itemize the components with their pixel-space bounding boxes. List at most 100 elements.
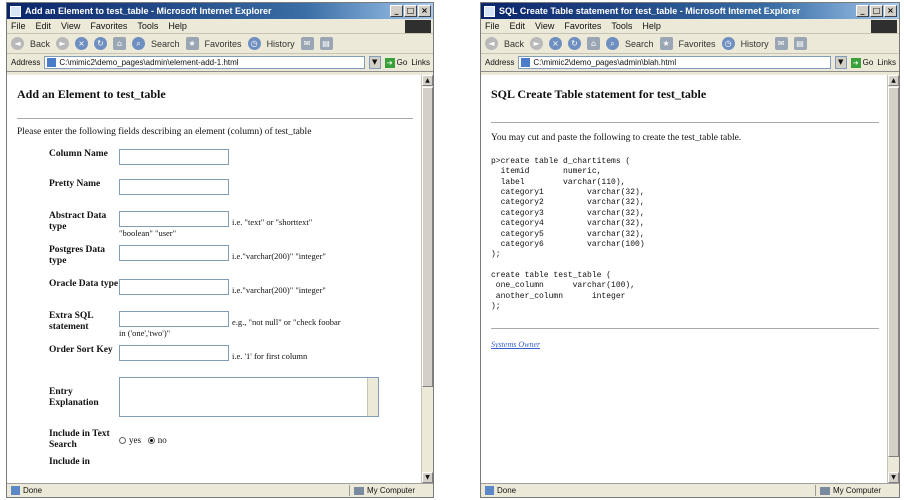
extra-sql-input[interactable] <box>119 310 229 327</box>
address-field[interactable]: C:\mimic2\demo_pages\admin\blah.html <box>518 56 831 69</box>
field-row-abstract-data-type: Abstract Data type i.e. "text" or "short… <box>17 210 413 245</box>
history-icon[interactable]: ◷ <box>721 37 735 50</box>
history-label[interactable]: History <box>267 39 295 49</box>
links-button[interactable]: Links <box>877 58 899 67</box>
vertical-scrollbar[interactable]: ▲ ▼ <box>887 75 899 483</box>
radio-no-label: no <box>157 434 167 445</box>
windows-flag-icon <box>871 19 897 33</box>
scroll-down-icon[interactable]: ▼ <box>422 472 433 483</box>
search-icon[interactable]: ⌕ <box>606 37 620 50</box>
search-label[interactable]: Search <box>151 39 180 49</box>
entry-explanation-textarea[interactable] <box>119 376 379 417</box>
mail-icon[interactable]: ✉ <box>300 37 314 50</box>
go-label: Go <box>396 58 408 67</box>
back-icon[interactable]: ◄ <box>485 37 498 50</box>
page-icon <box>521 58 531 67</box>
pretty-name-input[interactable] <box>119 178 229 195</box>
column-name-input[interactable] <box>119 148 229 165</box>
intro-text: You may cut and paste the following to c… <box>491 133 742 143</box>
home-icon[interactable]: ⌂ <box>587 37 601 50</box>
refresh-icon[interactable]: ↻ <box>94 37 108 50</box>
address-field[interactable]: C:\mimic2\demo_pages\admin\element-add-1… <box>44 56 365 69</box>
order-sort-key-input[interactable] <box>119 344 229 361</box>
stop-icon[interactable]: × <box>549 37 563 50</box>
menu-tools[interactable]: Tools <box>137 21 158 31</box>
toolbar: ◄ Back ► × ↻ ⌂ ⌕ Search ★ Favorites ◷ Hi… <box>7 34 433 54</box>
title-bar: SQL Create Table statement for test_tabl… <box>481 3 899 19</box>
vertical-scrollbar[interactable]: ▲ ▼ <box>421 75 433 483</box>
search-icon[interactable]: ⌕ <box>132 37 146 50</box>
print-icon[interactable]: ▤ <box>319 37 333 50</box>
scroll-thumb[interactable] <box>422 87 433 387</box>
menu-file[interactable]: File <box>485 21 500 31</box>
menu-tools[interactable]: Tools <box>611 21 632 31</box>
radio-yes[interactable] <box>119 437 126 445</box>
radio-no[interactable] <box>147 437 155 445</box>
menu-edit[interactable]: Edit <box>510 21 526 31</box>
scroll-down-icon[interactable]: ▼ <box>888 472 899 483</box>
menu-help[interactable]: Help <box>642 21 661 31</box>
go-button[interactable]: ➔ Go <box>850 57 873 68</box>
forward-icon[interactable]: ► <box>56 37 70 50</box>
field-help-continued: "boolean" "user" <box>119 227 177 238</box>
favorites-icon[interactable]: ★ <box>185 37 199 50</box>
scroll-thumb[interactable] <box>888 87 899 457</box>
go-arrow-icon: ➔ <box>384 57 395 68</box>
menu-help[interactable]: Help <box>168 21 187 31</box>
back-label[interactable]: Back <box>30 39 50 49</box>
textarea-scrollbar[interactable] <box>367 377 378 416</box>
address-url: C:\mimic2\demo_pages\admin\blah.html <box>533 58 677 67</box>
menu-favorites[interactable]: Favorites <box>564 21 601 31</box>
address-dropdown-icon[interactable]: ▼ <box>834 56 847 69</box>
refresh-icon[interactable]: ↻ <box>568 37 582 50</box>
search-label[interactable]: Search <box>625 39 654 49</box>
favorites-label[interactable]: Favorites <box>205 39 242 49</box>
systems-owner-link[interactable]: Systems Owner <box>491 340 540 349</box>
status-text: Done <box>23 486 43 495</box>
go-button[interactable]: ➔ Go <box>384 57 408 68</box>
scroll-up-icon[interactable]: ▲ <box>888 75 899 86</box>
menu-view[interactable]: View <box>535 21 554 31</box>
home-icon[interactable]: ⌂ <box>113 37 127 50</box>
maximize-button[interactable]: □ <box>870 5 883 17</box>
menu-favorites[interactable]: Favorites <box>90 21 127 31</box>
maximize-button[interactable]: □ <box>404 5 417 17</box>
right-browser-window: SQL Create Table statement for test_tabl… <box>480 2 900 498</box>
stop-icon[interactable]: × <box>75 37 89 50</box>
menu-file[interactable]: File <box>11 21 26 31</box>
address-bar: Address C:\mimic2\demo_pages\admin\eleme… <box>7 54 433 72</box>
menu-edit[interactable]: Edit <box>36 21 52 31</box>
field-help: i.e. "text" or "shorttext" <box>232 216 313 227</box>
go-arrow-icon: ➔ <box>850 57 861 68</box>
menu-view[interactable]: View <box>61 21 80 31</box>
minimize-button[interactable]: _ <box>856 5 869 17</box>
links-button[interactable]: Links <box>411 58 433 67</box>
close-button[interactable]: × <box>418 5 431 17</box>
field-label: Postgres Data type <box>49 244 106 266</box>
postgres-data-type-input[interactable] <box>119 244 229 261</box>
window-title: Add an Element to test_table - Microsoft… <box>25 6 272 16</box>
history-icon[interactable]: ◷ <box>247 37 261 50</box>
abstract-data-type-input[interactable] <box>119 210 229 227</box>
address-dropdown-icon[interactable]: ▼ <box>368 56 381 69</box>
divider <box>491 122 879 123</box>
minimize-button[interactable]: _ <box>390 5 403 17</box>
field-help: i.e."varchar(200)" "integer" <box>232 284 326 295</box>
print-icon[interactable]: ▤ <box>793 37 807 50</box>
favorites-label[interactable]: Favorites <box>679 39 716 49</box>
mail-icon[interactable]: ✉ <box>774 37 788 50</box>
close-button[interactable]: × <box>884 5 897 17</box>
back-icon[interactable]: ◄ <box>11 37 24 50</box>
scroll-up-icon[interactable]: ▲ <box>422 75 433 86</box>
done-icon <box>485 486 494 495</box>
forward-icon[interactable]: ► <box>530 37 544 50</box>
back-label[interactable]: Back <box>504 39 524 49</box>
field-row-order-sort-key: Order Sort Key i.e. '1' for first column <box>17 344 413 377</box>
oracle-data-type-input[interactable] <box>119 278 229 295</box>
field-row-oracle-data-type: Oracle Data type i.e."varchar(200)" "int… <box>17 278 413 311</box>
favorites-icon[interactable]: ★ <box>659 37 673 50</box>
search-radio-group: yes no <box>119 423 167 457</box>
page-title: SQL Create Table statement for test_tabl… <box>491 87 707 101</box>
history-label[interactable]: History <box>741 39 769 49</box>
page-icon <box>47 58 57 67</box>
